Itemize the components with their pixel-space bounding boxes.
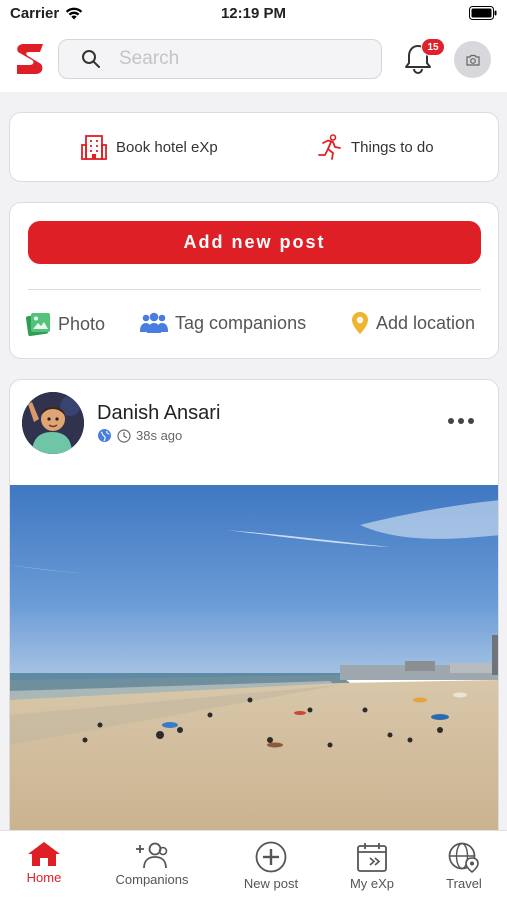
author-name[interactable]: Danish Ansari <box>97 402 220 425</box>
globe-icon <box>98 429 111 442</box>
tab-my-exp-label: My eXp <box>349 876 395 891</box>
book-hotel-label: Book hotel eXp <box>116 138 218 156</box>
tab-companions[interactable]: Companions <box>108 841 196 887</box>
things-to-do-link[interactable]: Things to do <box>315 133 434 161</box>
hotel-icon <box>81 135 107 160</box>
profile-avatar[interactable] <box>454 41 491 78</box>
photo-icon <box>26 313 50 337</box>
book-hotel-link[interactable]: Book hotel eXp <box>80 133 218 161</box>
add-location-label: Add location <box>376 312 476 333</box>
wifi-icon <box>66 7 83 19</box>
tab-my-exp[interactable]: My eXp <box>344 841 400 891</box>
home-icon <box>28 842 60 866</box>
tab-new-post-label: New post <box>243 876 299 891</box>
battery-icon <box>469 6 497 20</box>
post-meta: 38s ago <box>97 428 182 443</box>
location-pin-icon <box>352 312 368 334</box>
camera-icon <box>465 54 480 66</box>
carrier-label: Carrier <box>10 4 60 22</box>
quick-links-card: Book hotel eXp Things to do <box>9 112 499 182</box>
search-icon <box>82 50 100 68</box>
app-header: 15 <box>0 26 507 92</box>
tag-companions-button[interactable]: Tag companions <box>139 311 306 335</box>
tab-new-post[interactable]: New post <box>236 841 306 891</box>
cartoon-character-image <box>22 392 84 454</box>
notification-badge: 15 <box>421 38 445 56</box>
calendar-icon <box>357 843 387 872</box>
add-companions-icon <box>136 842 168 869</box>
clock-icon <box>117 428 131 443</box>
beach-photo[interactable] <box>10 485 499 849</box>
feed-post-card: Danish Ansari 38s ago <box>9 379 499 849</box>
tab-companions-label: Companions <box>115 872 189 887</box>
running-person-icon <box>318 134 341 160</box>
status-bar: Carrier 12:19 PM <box>0 0 507 26</box>
tab-home-label: Home <box>26 870 62 885</box>
search-box[interactable] <box>58 39 382 79</box>
search-input[interactable] <box>119 48 369 70</box>
add-location-button[interactable]: Add location <box>350 311 475 335</box>
add-new-post-button[interactable]: Add new post <box>28 221 481 264</box>
plus-circle-icon <box>255 841 287 873</box>
post-time: 38s ago <box>136 428 183 443</box>
tab-travel-label: Travel <box>446 876 482 891</box>
add-photo-button[interactable]: Photo <box>26 311 105 337</box>
tab-home[interactable]: Home <box>24 841 64 885</box>
photo-label: Photo <box>58 313 106 334</box>
carrier-group: Carrier <box>10 5 83 22</box>
tag-companions-label: Tag companions <box>175 312 307 333</box>
things-to-do-label: Things to do <box>351 138 434 156</box>
author-avatar[interactable] <box>22 392 84 454</box>
more-options-icon[interactable] <box>448 414 478 428</box>
bottom-tab-bar: Home Companions New post My eXp Travel <box>0 830 507 900</box>
tab-travel[interactable]: Travel <box>440 841 488 891</box>
globe-pin-icon <box>448 842 479 873</box>
composer-divider <box>28 289 481 290</box>
app-logo[interactable] <box>14 41 46 77</box>
post-composer-card: Add new post Photo Tag companions Add lo… <box>9 202 499 359</box>
people-group-icon <box>140 312 168 333</box>
